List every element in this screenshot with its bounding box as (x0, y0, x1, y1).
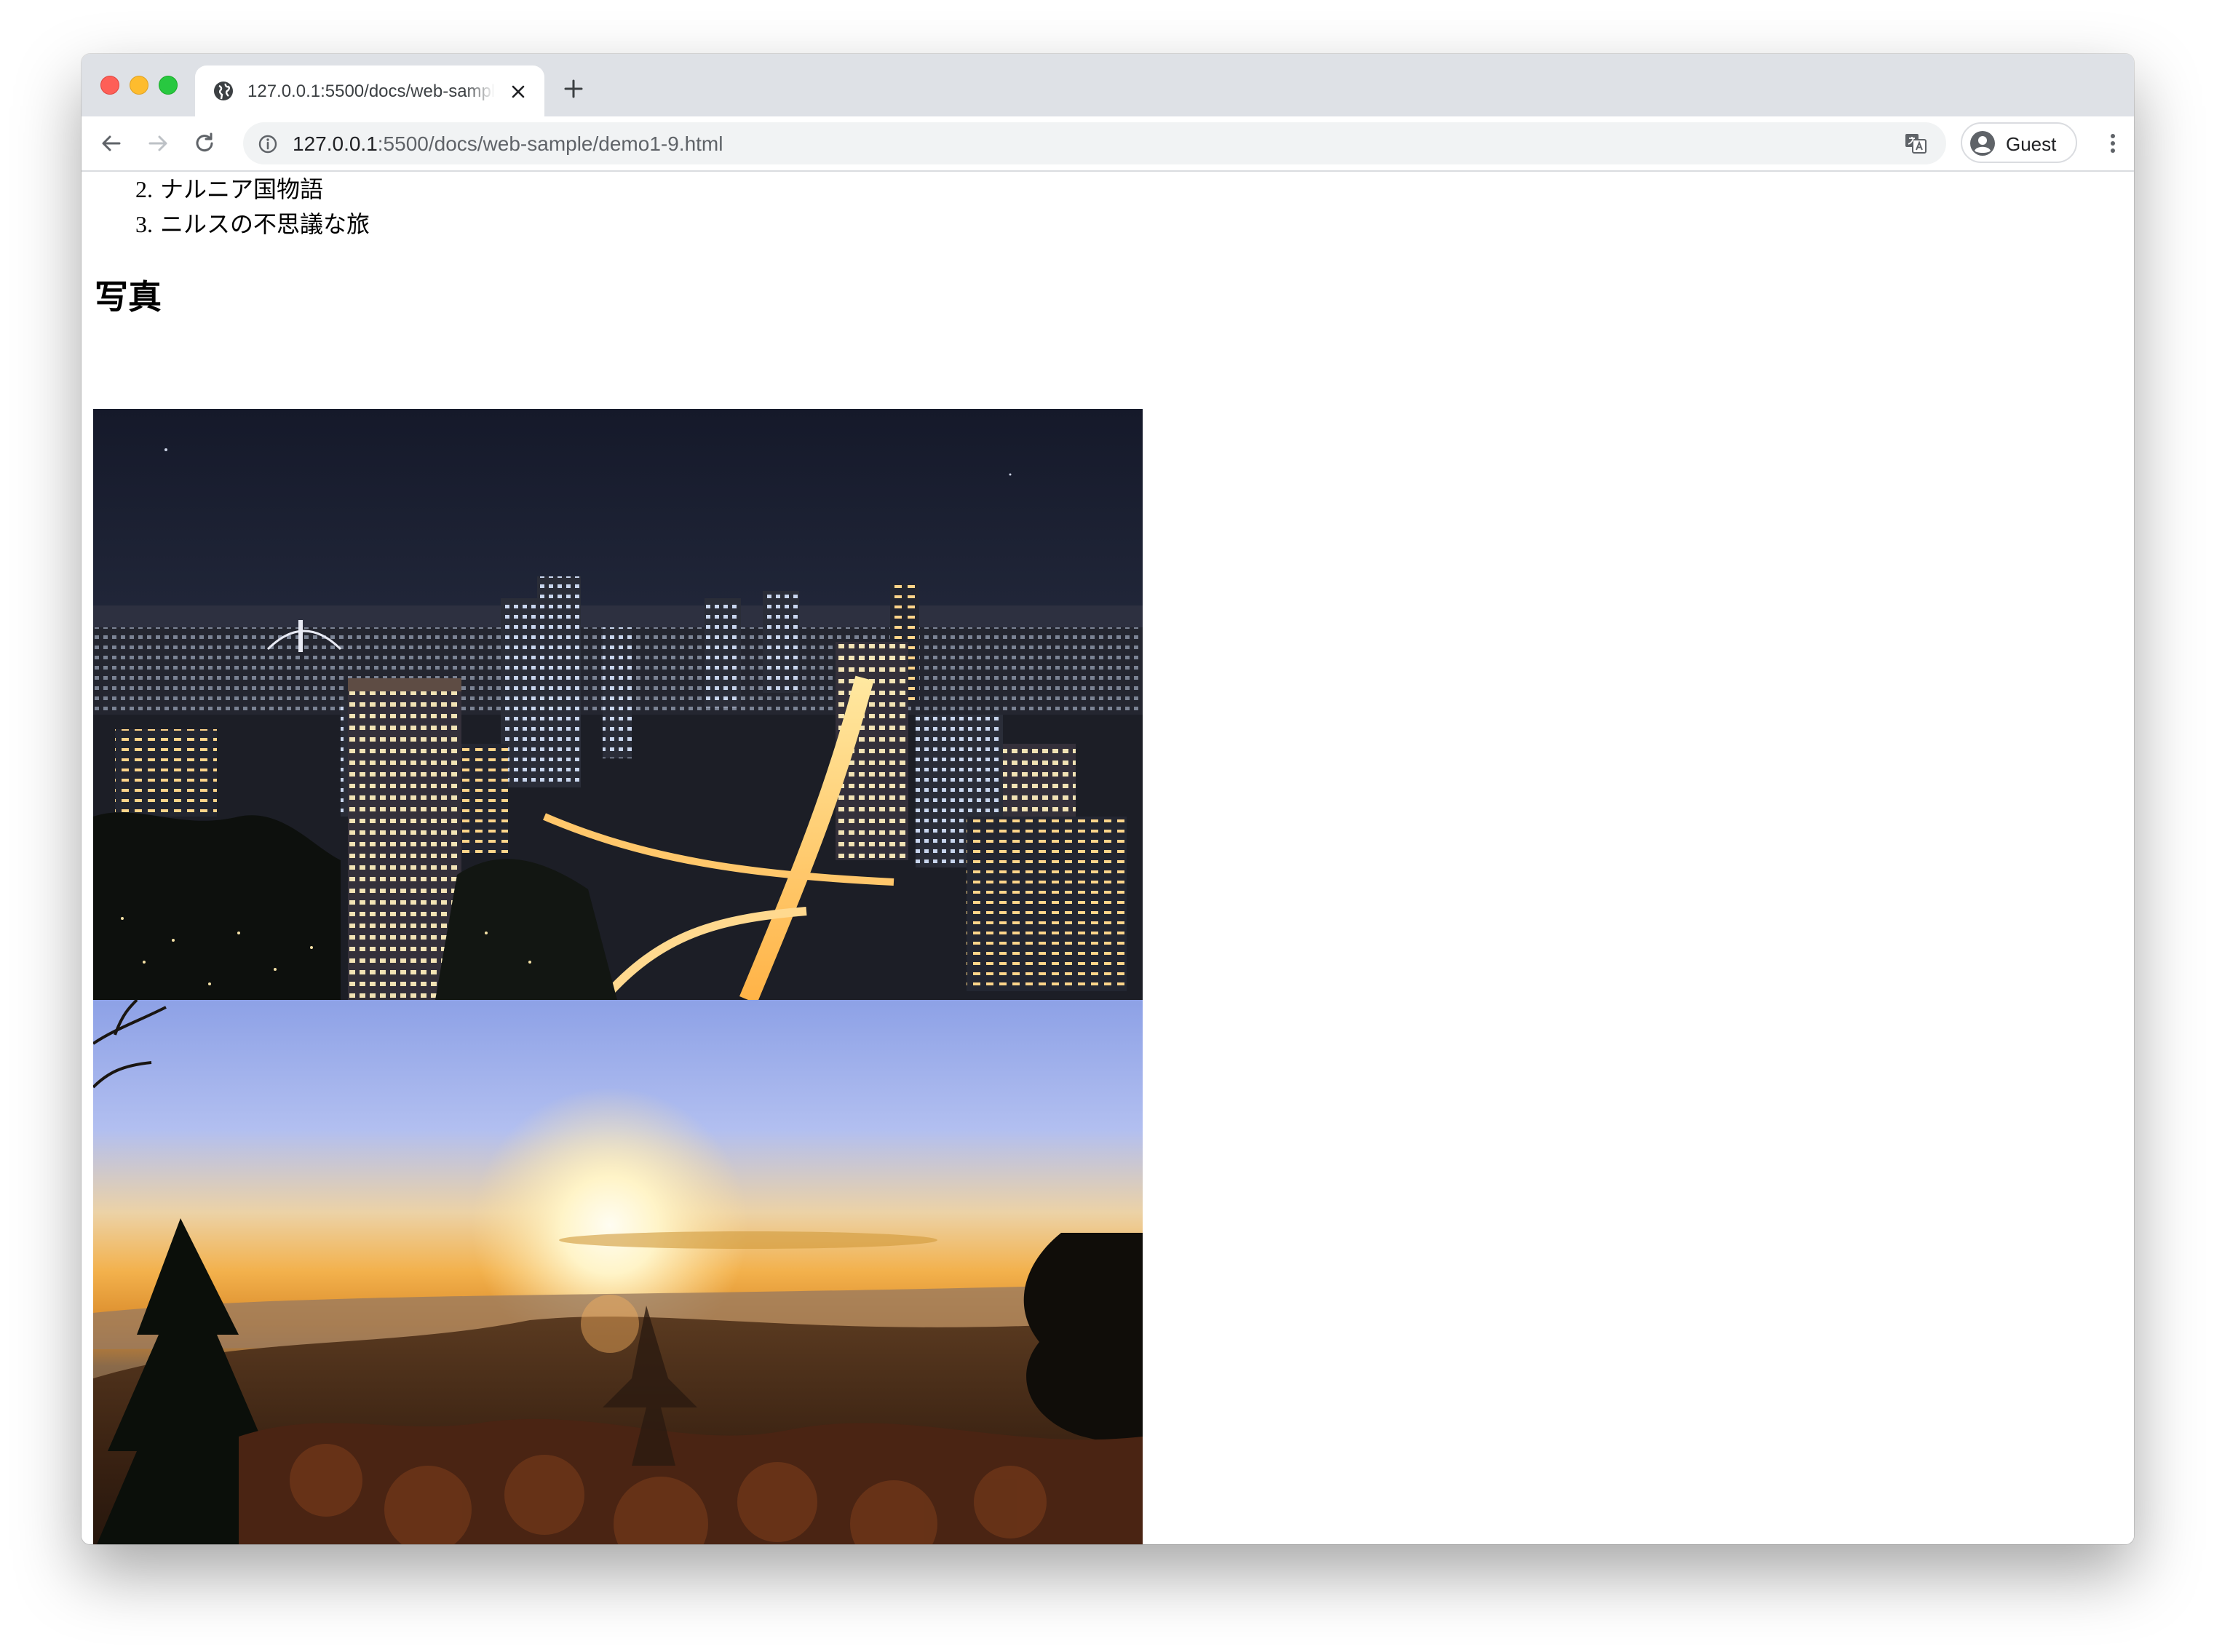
plus-icon[interactable] (562, 77, 585, 100)
tab-strip: 127.0.0.1:5500/docs/web-sample/demo1-9.h… (82, 54, 2134, 116)
url-path: :5500/docs/web-sample/demo1-9.html (377, 132, 723, 155)
tab-active[interactable]: 127.0.0.1:5500/docs/web-sample/demo1-9.h… (195, 65, 544, 116)
ordered-list: 2. ナルニア国物語 3. ニルスの不思議な旅 (127, 172, 370, 242)
browser-window: 127.0.0.1:5500/docs/web-sample/demo1-9.h… (82, 54, 2134, 1544)
arrow-right-icon[interactable] (144, 130, 172, 157)
profile-button[interactable]: Guest (1961, 122, 2077, 163)
list-text: ニルスの不思議な旅 (160, 211, 370, 237)
globe-icon (214, 82, 233, 100)
reload-icon[interactable] (191, 130, 218, 157)
list-number: 3. (135, 211, 153, 237)
tab-title: 127.0.0.1:5500/docs/web-sample/demo1-9.h… (247, 82, 495, 101)
list-item: 3. ニルスの不思議な旅 (127, 207, 370, 242)
sunrise-forest-photo (93, 1000, 1143, 1544)
avatar-icon (1970, 131, 1995, 156)
kebab-menu-icon[interactable] (2099, 130, 2127, 157)
list-text: ナルニア国物語 (160, 176, 324, 202)
night-city-photo (93, 409, 1143, 1000)
url-host: 127.0.0.1 (293, 132, 378, 155)
address-bar[interactable]: 127.0.0.1:5500/docs/web-sample/demo1-9.h… (243, 122, 1946, 164)
list-number: 2. (135, 176, 153, 202)
url-text[interactable]: 127.0.0.1:5500/docs/web-sample/demo1-9.h… (293, 132, 723, 156)
minimize-window-button[interactable] (130, 76, 148, 95)
zoom-window-button[interactable] (159, 76, 178, 95)
translate-icon[interactable] (1904, 132, 1927, 155)
list-item: 2. ナルニア国物語 (127, 172, 370, 207)
info-icon[interactable] (258, 134, 278, 154)
arrow-left-icon[interactable] (98, 130, 125, 157)
profile-label: Guest (2006, 133, 2057, 155)
toolbar: 127.0.0.1:5500/docs/web-sample/demo1-9.h… (82, 116, 2134, 172)
section-heading: 写真 (95, 279, 162, 316)
close-window-button[interactable] (100, 76, 119, 95)
close-icon[interactable] (509, 83, 527, 100)
page-content: 2. ナルニア国物語 3. ニルスの不思議な旅 写真 (82, 172, 2134, 1544)
